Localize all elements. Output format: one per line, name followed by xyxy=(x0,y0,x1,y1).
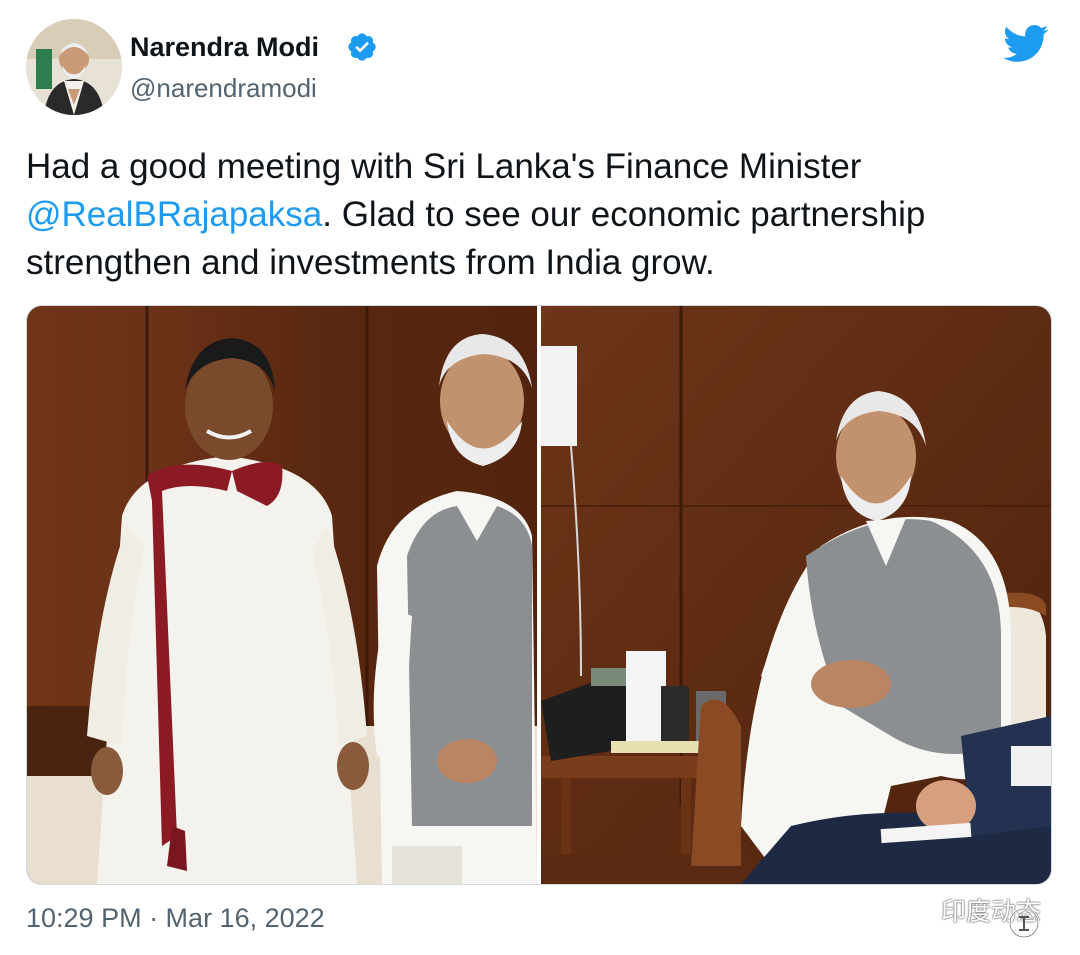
watermark-badge-icon xyxy=(1009,908,1039,938)
tweet-timestamp[interactable]: 10:29 PM · Mar 16, 2022 xyxy=(26,900,325,936)
verified-badge-icon xyxy=(348,33,376,61)
avatar[interactable] xyxy=(26,19,122,115)
twitter-bird-icon[interactable] xyxy=(1003,24,1049,64)
meeting-photo-standing[interactable] xyxy=(27,306,537,884)
wechat-icon xyxy=(893,896,933,927)
mention-link[interactable]: @RealBRajapaksa xyxy=(26,195,322,234)
tweet-text: Had a good meeting with Sri Lanka's Fina… xyxy=(26,143,1056,287)
author-handle[interactable]: @narendramodi xyxy=(130,72,317,104)
tweet-media[interactable] xyxy=(26,305,1052,885)
tweet-text-start: Had a good meeting with Sri Lanka's Fina… xyxy=(26,147,862,186)
author-display-name[interactable]: Narendra Modi xyxy=(130,30,319,64)
profile-avatar-image xyxy=(26,19,122,115)
meeting-photo-seated[interactable] xyxy=(541,306,1051,884)
